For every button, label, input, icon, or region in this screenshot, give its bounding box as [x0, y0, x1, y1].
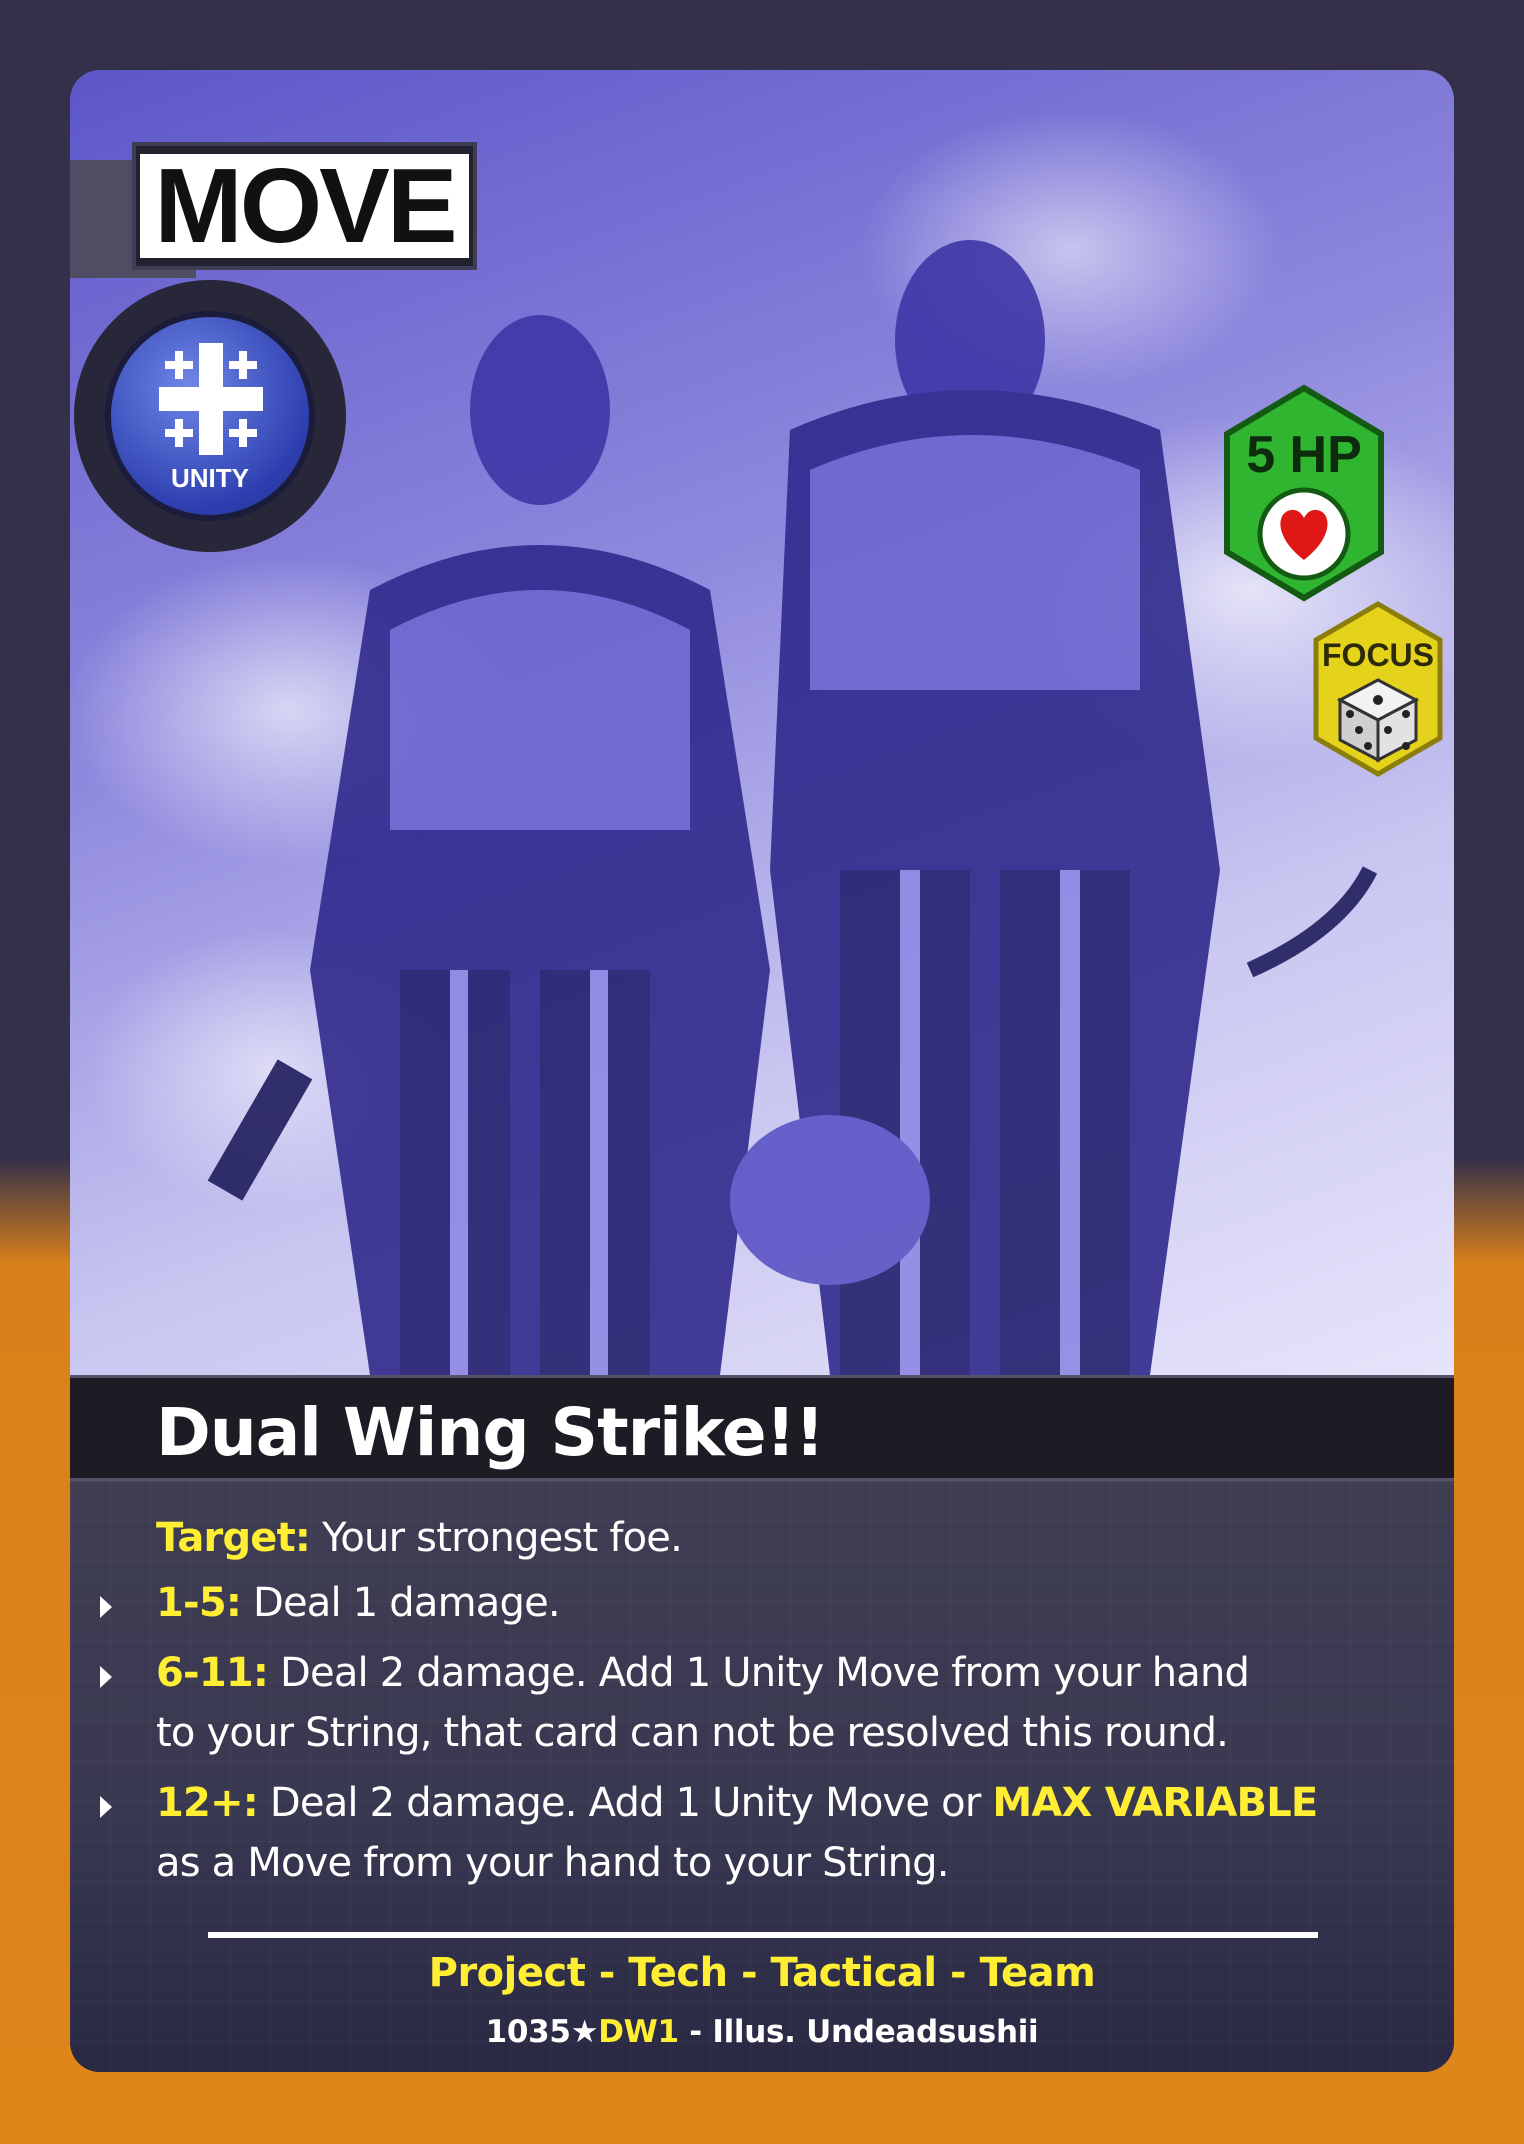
effect-row-1: 1-5: Deal 1 damage.	[156, 1580, 561, 1626]
effect-row-3: 12+: Deal 2 damage. Add 1 Unity Move or …	[156, 1780, 1318, 1826]
unity-badge: UNITY	[74, 280, 346, 552]
hp-value: 5 HP	[1246, 426, 1362, 484]
effect-roll-3: 12+:	[156, 1780, 259, 1826]
effect-text-3a: Deal 2 damage. Add 1 Unity Move or	[269, 1780, 993, 1826]
card-number: 1035	[485, 2014, 571, 2050]
card-credits: 1035★DW1 - Illus. Undeadsushii	[70, 2014, 1454, 2050]
hp-badge: 5 HP	[1224, 384, 1384, 602]
card-name: Dual Wing Strike!!	[156, 1394, 825, 1471]
bullet-arrow-icon	[100, 1596, 112, 1618]
effect-roll-2: 6-11:	[156, 1650, 269, 1696]
max-variable-keyword: MAX VARIABLE	[992, 1780, 1318, 1826]
target-label: Target:	[156, 1515, 311, 1561]
unity-label: UNITY	[171, 463, 249, 493]
effect-text-2b: to your String, that card can not be res…	[156, 1710, 1229, 1756]
star-icon: ★	[570, 2014, 599, 2050]
unity-badge-core: UNITY	[105, 311, 315, 521]
card-type-text: MOVE	[140, 153, 469, 259]
target-line: Target: Your strongest foe.	[156, 1515, 683, 1561]
game-card[interactable]: MOVE UNITY 5 HP FOCUS Dual Wing Strike!!…	[70, 70, 1454, 2072]
effect-row-2: 6-11: Deal 2 damage. Add 1 Unity Move fr…	[156, 1650, 1250, 1696]
effect-text-3b: as a Move from your hand to your String.	[156, 1840, 949, 1886]
effect-text-1: Deal 1 damage.	[252, 1580, 561, 1626]
card-title-bar: Dual Wing Strike!!	[70, 1375, 1454, 1481]
card-traits: Project - Tech - Tactical - Team	[428, 1950, 1096, 1996]
focus-badge: FOCUS	[1313, 601, 1443, 777]
target-text: Your strongest foe.	[322, 1515, 683, 1561]
bullet-arrow-icon	[100, 1796, 112, 1818]
bullet-arrow-icon	[100, 1666, 112, 1688]
illustrator-credit: - Illus. Undeadsushii	[678, 2014, 1039, 2050]
unity-cross-icon	[159, 343, 263, 455]
footer-divider	[208, 1932, 1318, 1938]
effect-roll-1: 1-5:	[156, 1580, 242, 1626]
focus-label: FOCUS	[1322, 637, 1434, 673]
effect-text-2a: Deal 2 damage. Add 1 Unity Move from you…	[280, 1650, 1250, 1696]
set-code: DW1	[598, 2014, 679, 2050]
card-type-label: MOVE	[132, 142, 477, 270]
